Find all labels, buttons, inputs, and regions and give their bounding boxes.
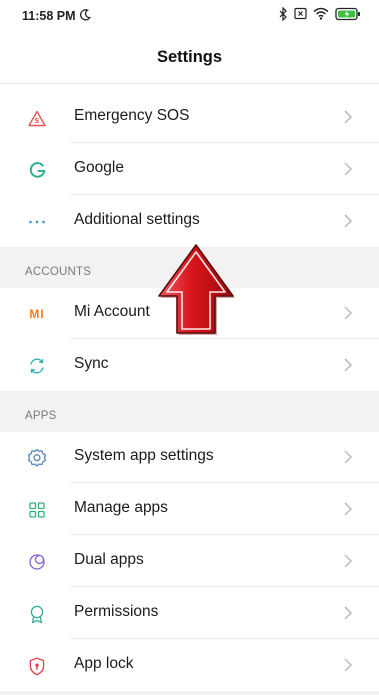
row-label: Mi Account bbox=[74, 303, 150, 320]
wifi-icon bbox=[313, 7, 329, 25]
divider bbox=[70, 194, 379, 195]
row-label: Permissions bbox=[74, 603, 159, 620]
section-title: ACCOUNTS bbox=[25, 266, 92, 278]
row-google[interactable]: Google bbox=[0, 144, 379, 195]
row-label: Dual apps bbox=[74, 551, 144, 568]
row-label: Additional settings bbox=[74, 211, 200, 228]
chevron-right-icon bbox=[344, 214, 353, 228]
row-additional-settings[interactable]: Additional settings bbox=[0, 196, 379, 247]
mi-logo-text: MI bbox=[29, 307, 45, 321]
row-label: Google bbox=[74, 159, 124, 176]
status-bar: 11:58 PM bbox=[0, 0, 379, 32]
grid-apps-icon bbox=[26, 499, 48, 521]
chevron-right-icon bbox=[344, 658, 353, 672]
chevron-right-icon bbox=[344, 162, 353, 176]
section-header-apps: APPS bbox=[0, 391, 379, 432]
mi-logo-icon: MI bbox=[26, 303, 48, 325]
row-label: System app settings bbox=[74, 447, 214, 464]
bottom-gap bbox=[0, 691, 379, 695]
row-label: App lock bbox=[74, 655, 134, 672]
permissions-badge-icon bbox=[26, 603, 48, 625]
row-system-app-settings[interactable]: System app settings bbox=[0, 432, 379, 483]
divider bbox=[70, 586, 379, 587]
divider bbox=[70, 638, 379, 639]
row-dual-apps[interactable]: Dual apps bbox=[0, 536, 379, 587]
row-permissions[interactable]: Permissions bbox=[0, 588, 379, 639]
battery-charging-icon bbox=[335, 7, 361, 26]
row-label: Emergency SOS bbox=[74, 107, 190, 124]
row-label: Manage apps bbox=[74, 499, 168, 516]
divider bbox=[70, 534, 379, 535]
divider bbox=[70, 482, 379, 483]
google-icon bbox=[26, 159, 48, 181]
emergency-sos-icon: S bbox=[26, 107, 48, 129]
section-title: APPS bbox=[25, 410, 57, 422]
divider bbox=[70, 142, 379, 143]
chevron-right-icon bbox=[344, 450, 353, 464]
chevron-right-icon bbox=[344, 554, 353, 568]
chevron-right-icon bbox=[344, 306, 353, 320]
row-app-lock[interactable]: App lock bbox=[0, 640, 379, 691]
shield-lock-icon bbox=[26, 655, 48, 677]
dual-apps-icon bbox=[26, 551, 48, 573]
app-header: Settings bbox=[0, 32, 379, 84]
chevron-right-icon bbox=[344, 502, 353, 516]
moon-icon bbox=[79, 8, 92, 26]
chevron-right-icon bbox=[344, 606, 353, 620]
page-title: Settings bbox=[156, 48, 223, 66]
chevron-right-icon bbox=[344, 110, 353, 124]
sos-badge-letter: S bbox=[35, 117, 40, 125]
row-emergency-sos[interactable]: S Emergency SOS bbox=[0, 92, 379, 143]
sync-icon bbox=[26, 355, 48, 377]
row-label: Sync bbox=[74, 355, 109, 372]
row-manage-apps[interactable]: Manage apps bbox=[0, 484, 379, 535]
row-sync[interactable]: Sync bbox=[0, 340, 379, 391]
annotation-arrow-icon bbox=[155, 243, 237, 340]
chevron-right-icon bbox=[344, 358, 353, 372]
bluetooth-icon bbox=[279, 6, 288, 26]
gear-icon bbox=[26, 447, 48, 469]
status-icons bbox=[279, 6, 361, 26]
more-dots-icon bbox=[26, 211, 48, 233]
no-sim-icon bbox=[294, 7, 307, 25]
status-time: 11:58 PM bbox=[22, 9, 76, 23]
